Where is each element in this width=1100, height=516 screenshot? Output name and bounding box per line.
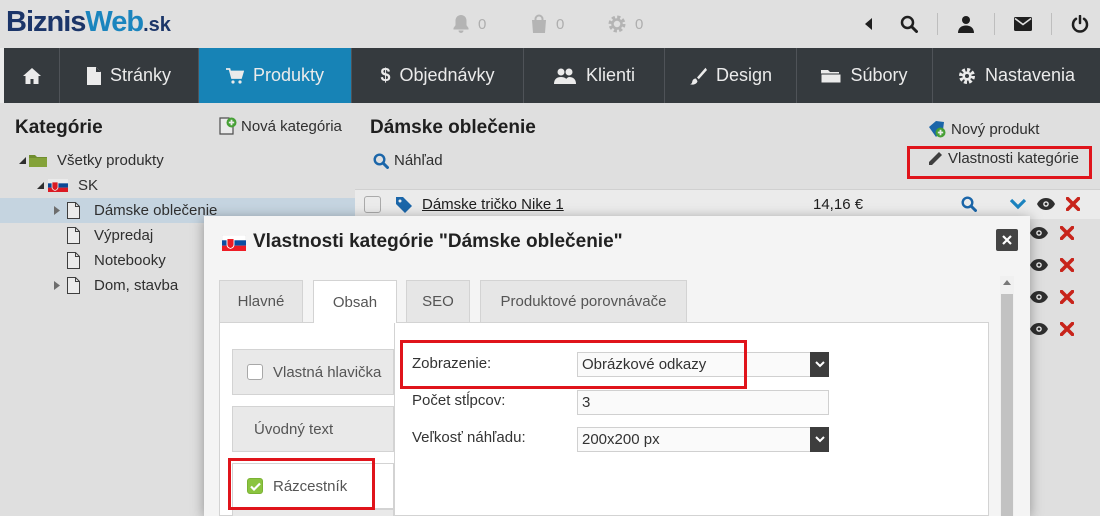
- select-value: 200x200 px: [582, 431, 660, 448]
- dialog-scrollbar[interactable]: [1000, 276, 1014, 516]
- tab-content: Vlastná hlavička Úvodný text Rázcestník …: [219, 322, 989, 516]
- close-button[interactable]: [996, 229, 1018, 251]
- scrollbar-thumb[interactable]: [1001, 294, 1013, 516]
- category-properties-dialog: Vlastnosti kategórie "Dámske oblečenie" …: [204, 216, 1030, 516]
- select-value: Obrázkové odkazy: [582, 356, 707, 373]
- dialog-body: Hlavné Obsah SEO Produktové porovnávače …: [204, 268, 1030, 516]
- flag-sk-icon: [222, 235, 246, 251]
- side-item-uvodny-text[interactable]: Úvodný text: [232, 406, 394, 452]
- chevron-down-icon: [814, 361, 825, 368]
- field-label-velkost-nahladu: Veľkosť náhľadu:: [412, 429, 526, 446]
- field-label-pocet-stlpcov: Počet stĺpcov:: [412, 392, 506, 409]
- side-item-more[interactable]: [232, 509, 394, 516]
- tab-seo[interactable]: SEO: [406, 280, 470, 322]
- settings-form: Zobrazenie: Obrázkové odkazy Počet stĺpc…: [394, 323, 990, 515]
- side-item-label: Rázcestník: [273, 477, 348, 495]
- columns-input[interactable]: 3: [577, 390, 829, 415]
- checkbox[interactable]: [247, 364, 263, 380]
- display-select[interactable]: Obrázkové odkazy: [577, 352, 829, 377]
- input-value: 3: [582, 394, 591, 411]
- side-item-label: Vlastná hlavička: [273, 363, 382, 381]
- checkbox-checked[interactable]: [247, 478, 263, 494]
- chevron-down-icon: [814, 436, 825, 443]
- close-icon: [1002, 235, 1012, 245]
- side-item-razcestnik[interactable]: Rázcestník: [232, 463, 394, 509]
- thumbnail-size-select[interactable]: 200x200 px: [577, 427, 829, 452]
- dropdown-arrow[interactable]: [810, 352, 829, 377]
- dialog-title: Vlastnosti kategórie "Dámske oblečenie": [253, 231, 623, 252]
- tab-hlavne[interactable]: Hlavné: [219, 280, 303, 322]
- side-item-label: Úvodný text: [254, 420, 334, 438]
- side-item-vlastna-hlavicka[interactable]: Vlastná hlavička: [232, 349, 394, 395]
- field-label-zobrazenie: Zobrazenie:: [412, 355, 492, 372]
- tab-produktove-porovnavace[interactable]: Produktové porovnávače: [480, 280, 687, 322]
- dropdown-arrow[interactable]: [810, 427, 829, 452]
- tab-obsah[interactable]: Obsah: [313, 280, 397, 323]
- scroll-up-icon[interactable]: [1003, 280, 1011, 285]
- dialog-header: Vlastnosti kategórie "Dámske oblečenie": [204, 216, 1030, 268]
- check-icon: [249, 482, 261, 491]
